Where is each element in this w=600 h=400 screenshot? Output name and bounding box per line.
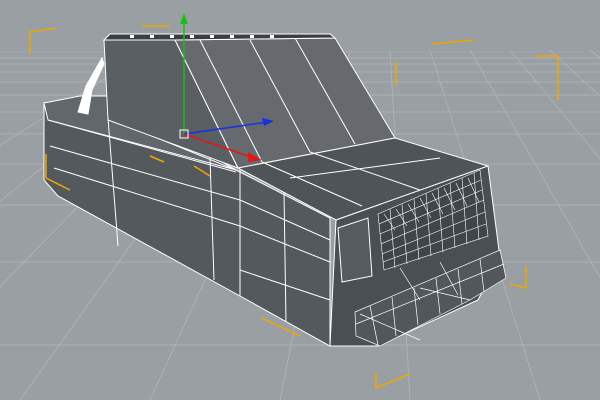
viewport-canvas[interactable]: [0, 0, 600, 400]
car-headlight: [337, 217, 373, 283]
3d-viewport[interactable]: [0, 0, 600, 400]
